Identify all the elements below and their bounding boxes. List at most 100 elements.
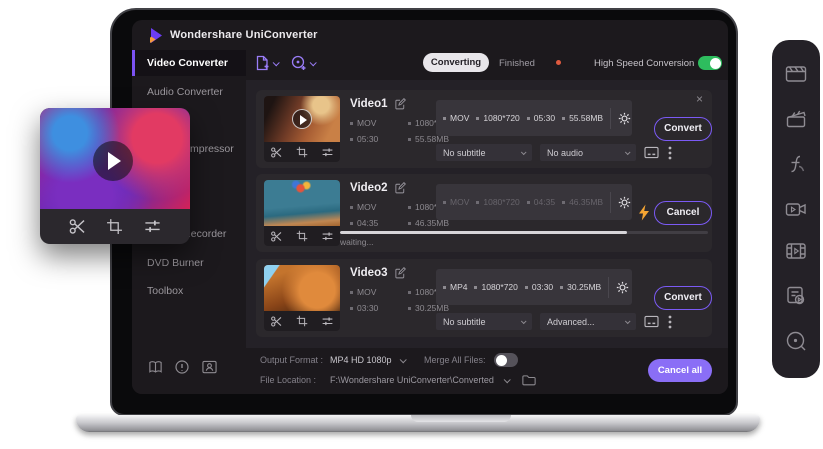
crop-icon[interactable] bbox=[296, 230, 308, 242]
uniconverter-logo-icon bbox=[147, 27, 164, 44]
target-format: MP4 bbox=[443, 282, 467, 292]
play-button[interactable] bbox=[93, 141, 133, 181]
thumbnail-toolbar bbox=[264, 226, 340, 246]
video1-thumbnail[interactable] bbox=[264, 96, 340, 162]
output-format-value[interactable]: MP4 HD 1080p bbox=[330, 355, 392, 365]
library-book-icon[interactable] bbox=[148, 360, 163, 374]
chevron-down-icon[interactable] bbox=[400, 356, 407, 363]
gear-icon bbox=[618, 196, 631, 209]
title-bar: Wondershare UniConverter bbox=[132, 20, 728, 50]
cancel-button[interactable]: Cancel bbox=[654, 201, 712, 225]
video-row-1: Video1 MOV 1080*720 05:30 55.58MB MOV 10… bbox=[256, 90, 712, 168]
video3-thumbnail[interactable] bbox=[264, 265, 340, 331]
convert-button[interactable]: Convert bbox=[654, 117, 712, 141]
video-title: Video2 bbox=[350, 182, 388, 194]
toggle-knob bbox=[496, 355, 507, 366]
trim-scissors-icon[interactable] bbox=[270, 230, 283, 243]
subtitle-dropdown[interactable]: No subtitle bbox=[436, 144, 532, 161]
src-format: MOV bbox=[350, 118, 376, 128]
adjust-sliders-icon[interactable] bbox=[321, 315, 334, 328]
add-device-icon bbox=[291, 55, 307, 71]
target-resolution: 1080*720 bbox=[474, 282, 517, 292]
src-duration: 05:30 bbox=[350, 134, 378, 144]
sidebar-item-dvd-burner[interactable]: DVD Burner bbox=[132, 250, 246, 276]
movie-frame-icon[interactable] bbox=[785, 63, 807, 85]
edit-icon[interactable] bbox=[394, 98, 406, 110]
cancel-all-button[interactable]: Cancel all bbox=[648, 359, 712, 382]
play-icon[interactable] bbox=[292, 109, 312, 129]
subtitle-dropdown[interactable]: No subtitle bbox=[436, 313, 532, 330]
src-format: MOV bbox=[350, 287, 376, 297]
chevron-down-icon[interactable] bbox=[504, 376, 511, 383]
merge-all-files-toggle[interactable] bbox=[494, 353, 518, 367]
app-title: Wondershare UniConverter bbox=[170, 29, 318, 41]
thumbnail-toolbar bbox=[264, 142, 340, 162]
media-document-icon[interactable] bbox=[785, 285, 807, 307]
more-options-icon[interactable] bbox=[668, 146, 672, 160]
video-camera-icon[interactable] bbox=[785, 198, 807, 220]
settings-gear-button[interactable] bbox=[608, 277, 631, 298]
effects-fx-icon[interactable] bbox=[785, 153, 807, 175]
crop-icon[interactable] bbox=[296, 146, 308, 158]
video3-preview-image bbox=[264, 265, 340, 311]
target-duration: 04:35 bbox=[527, 197, 555, 207]
toggle-knob bbox=[710, 58, 721, 69]
video-title: Video3 bbox=[350, 267, 388, 279]
subtitle-value: No subtitle bbox=[443, 317, 486, 327]
high-speed-conversion-label: High Speed Conversion bbox=[594, 58, 694, 69]
adjust-sliders-icon[interactable] bbox=[143, 217, 162, 236]
disc-search-icon[interactable] bbox=[785, 330, 807, 352]
trim-scissors-icon[interactable] bbox=[270, 146, 283, 159]
folder-icon[interactable] bbox=[522, 374, 536, 386]
edit-icon[interactable] bbox=[394, 267, 406, 279]
info-icon[interactable] bbox=[175, 360, 189, 374]
sidebar-item-audio-converter[interactable]: Audio Converter bbox=[132, 79, 246, 105]
gear-icon bbox=[616, 281, 629, 294]
subtitle-cc-icon[interactable] bbox=[644, 146, 659, 159]
target-resolution: 1080*720 bbox=[476, 113, 519, 123]
tab-finished[interactable]: Finished bbox=[499, 58, 535, 69]
trim-scissors-icon[interactable] bbox=[68, 217, 87, 236]
video-title: Video1 bbox=[350, 98, 388, 110]
settings-gear-button[interactable] bbox=[610, 192, 633, 213]
video1-preview-image bbox=[264, 96, 340, 142]
crop-icon[interactable] bbox=[296, 315, 308, 327]
trim-scissors-icon[interactable] bbox=[270, 315, 283, 328]
thumbnail-toolbar bbox=[264, 311, 340, 331]
convert-button[interactable]: Convert bbox=[654, 286, 712, 310]
preview-toolbar bbox=[40, 209, 190, 244]
app-window: Wondershare UniConverter Video Converter… bbox=[132, 20, 728, 394]
filmstrip-play-icon[interactable] bbox=[785, 240, 807, 262]
video-row-2: Video2 MOV 1080*720 04:35 46.35MB MOV 10… bbox=[256, 174, 712, 252]
close-row-icon[interactable]: × bbox=[696, 92, 703, 106]
status-text: waiting... bbox=[340, 237, 374, 247]
crop-icon[interactable] bbox=[106, 218, 123, 235]
video2-preview-image bbox=[264, 180, 340, 226]
settings-gear-button[interactable] bbox=[610, 108, 633, 129]
add-device-button[interactable] bbox=[291, 52, 325, 74]
laptop-base bbox=[76, 415, 760, 432]
add-file-button[interactable] bbox=[255, 52, 289, 74]
sidebar-item-video-converter[interactable]: Video Converter bbox=[132, 50, 246, 76]
chevron-down-icon bbox=[625, 149, 631, 155]
chevron-down-icon bbox=[521, 149, 527, 155]
target-resolution: 1080*720 bbox=[476, 197, 519, 207]
add-file-icon bbox=[255, 55, 270, 71]
conversion-task-list: Video1 MOV 1080*720 05:30 55.58MB MOV 10… bbox=[246, 80, 728, 348]
subtitle-cc-icon[interactable] bbox=[644, 315, 659, 328]
user-account-icon[interactable] bbox=[202, 360, 217, 374]
progress-fill bbox=[340, 231, 627, 234]
clapperboard-icon[interactable] bbox=[785, 108, 807, 130]
high-speed-conversion-toggle[interactable] bbox=[698, 56, 722, 70]
sidebar-item-toolbox[interactable]: Toolbox bbox=[132, 278, 246, 304]
progress-bar bbox=[340, 231, 708, 234]
video2-thumbnail[interactable] bbox=[264, 180, 340, 246]
adjust-sliders-icon[interactable] bbox=[321, 146, 334, 159]
audio-dropdown[interactable]: No audio bbox=[540, 144, 636, 161]
file-location-value[interactable]: F:\Wondershare UniConverter\Converted bbox=[330, 375, 494, 385]
more-options-icon[interactable] bbox=[668, 315, 672, 329]
tab-converting[interactable]: Converting bbox=[423, 53, 489, 72]
audio-dropdown[interactable]: Advanced... bbox=[540, 313, 636, 330]
adjust-sliders-icon[interactable] bbox=[321, 230, 334, 243]
edit-icon[interactable] bbox=[394, 182, 406, 194]
